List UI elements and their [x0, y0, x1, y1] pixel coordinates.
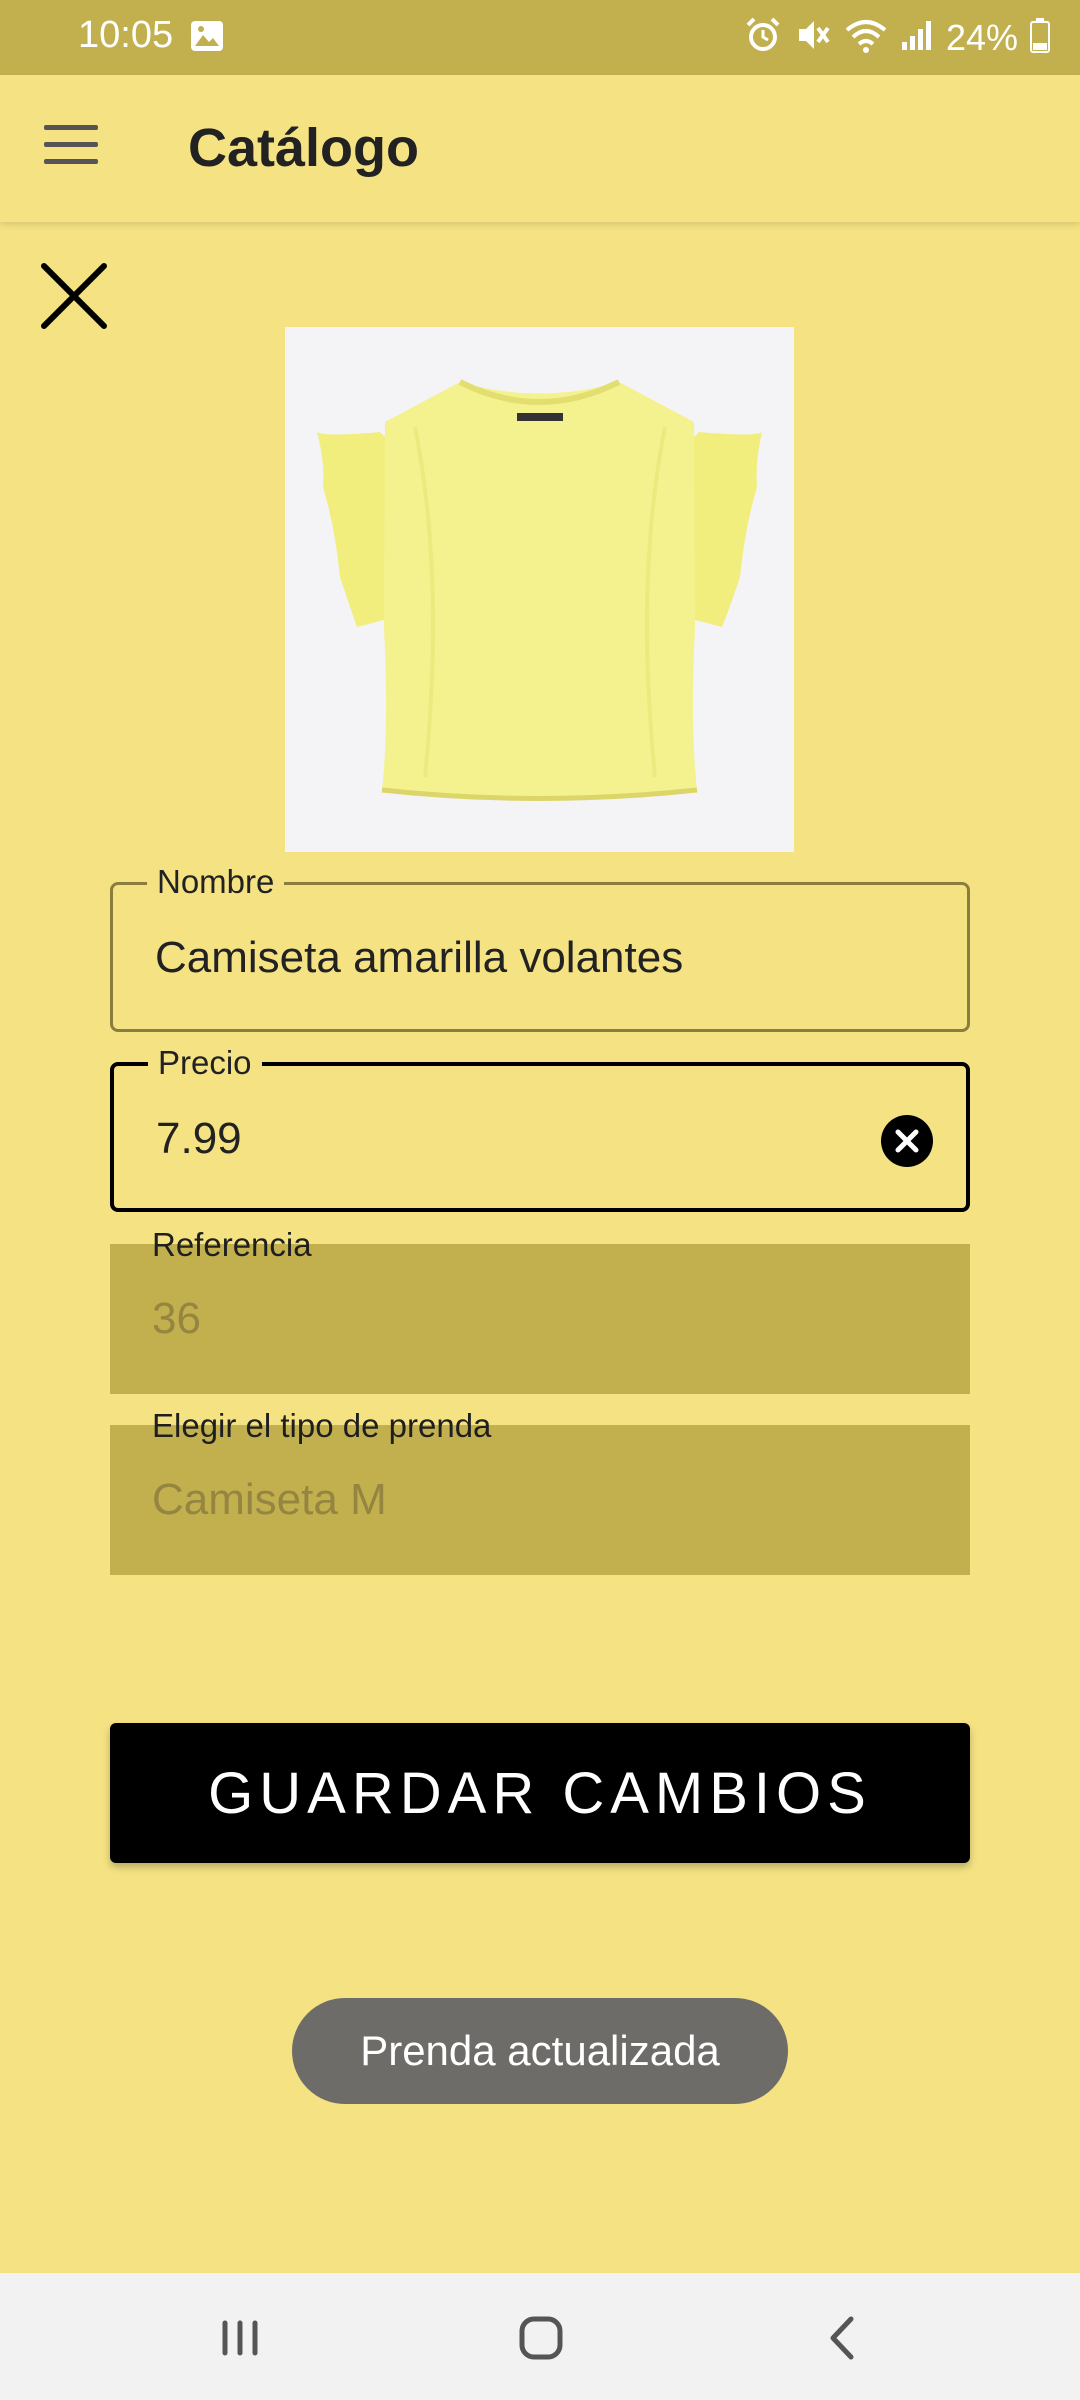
precio-label: Precio	[148, 1044, 262, 1082]
precio-value[interactable]: 7.99	[156, 1114, 242, 1164]
nav-bar	[0, 2273, 1080, 2400]
referencia-value: 36	[152, 1294, 201, 1343]
wifi-icon	[844, 16, 888, 59]
back-icon[interactable]	[807, 2303, 877, 2373]
gallery-icon	[190, 20, 224, 57]
app-bar: Catálogo	[0, 75, 1080, 222]
status-icons: 24%	[744, 16, 1050, 59]
mute-icon	[794, 16, 832, 59]
referencia-field: Referencia 36	[110, 1226, 970, 1394]
status-bar: 10:05 24%	[0, 0, 1080, 75]
battery-percentage: 24%	[945, 16, 1018, 58]
nombre-field[interactable]: Nombre Camiseta amarilla volantes	[110, 863, 970, 1032]
tipo-prenda-field: Elegir el tipo de prenda Camiseta M	[110, 1407, 970, 1575]
alarm-icon	[744, 16, 782, 59]
close-icon[interactable]	[40, 262, 108, 330]
referencia-label: Referencia	[152, 1226, 312, 1263]
product-image	[285, 327, 794, 852]
hamburger-menu-icon[interactable]	[44, 125, 98, 169]
battery-icon	[1030, 17, 1050, 58]
clear-circle-icon[interactable]	[880, 1114, 934, 1168]
home-icon[interactable]	[506, 2303, 576, 2373]
recent-apps-icon[interactable]	[205, 2303, 275, 2373]
signal-icon	[900, 18, 934, 57]
toast-message: Prenda actualizada	[292, 1998, 788, 2104]
precio-field[interactable]: Precio 7.99	[110, 1044, 970, 1212]
status-time: 10:05	[78, 14, 174, 56]
nombre-label: Nombre	[147, 863, 285, 901]
page-title: Catálogo	[188, 118, 420, 178]
tipo-prenda-label: Elegir el tipo de prenda	[152, 1407, 492, 1444]
save-changes-button[interactable]: GUARDAR CAMBIOS	[110, 1723, 970, 1863]
nombre-value[interactable]: Camiseta amarilla volantes	[155, 933, 683, 983]
tipo-prenda-value: Camiseta M	[152, 1475, 387, 1524]
